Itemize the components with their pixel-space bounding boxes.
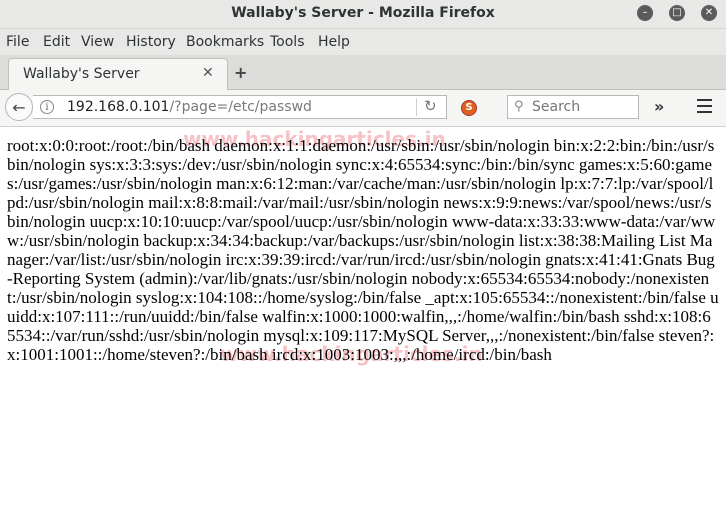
reload-icon[interactable]: ↻ xyxy=(424,97,437,115)
tab-close-icon[interactable]: ✕ xyxy=(202,65,214,81)
menu-file[interactable]: File xyxy=(6,34,29,50)
minimize-button[interactable]: – xyxy=(637,5,653,21)
menu-tools[interactable]: Tools xyxy=(270,34,305,50)
maximize-button[interactable]: □ xyxy=(669,5,685,21)
menu-bookmarks[interactable]: Bookmarks xyxy=(186,34,264,50)
url-text[interactable]: 192.168.0.101/?page=/etc/passwd xyxy=(67,99,312,115)
tab-strip: Wallaby's Server ✕ + xyxy=(0,55,726,90)
url-path: /?page=/etc/passwd xyxy=(169,99,312,115)
menu-help[interactable]: Help xyxy=(318,34,350,50)
search-input[interactable] xyxy=(532,98,632,116)
url-host: 192.168.0.101 xyxy=(67,99,170,115)
hamburger-menu-icon[interactable] xyxy=(697,99,712,113)
back-arrow-icon[interactable]: ← xyxy=(5,93,33,121)
menu-view[interactable]: View xyxy=(81,34,114,50)
menu-edit[interactable]: Edit xyxy=(43,34,70,50)
url-separator xyxy=(416,98,417,116)
search-box[interactable]: ⚲ xyxy=(507,95,639,119)
close-window-button[interactable]: ✕ xyxy=(701,5,717,21)
info-icon[interactable]: i xyxy=(40,100,54,114)
menu-bar: File Edit View History Bookmarks Tools H… xyxy=(0,29,726,55)
navigation-toolbar: ← i 192.168.0.101/?page=/etc/passwd ↻ S … xyxy=(0,90,726,127)
tab-wallabys-server[interactable]: Wallaby's Server ✕ xyxy=(8,58,228,90)
search-icon: ⚲ xyxy=(514,99,524,114)
tab-title: Wallaby's Server xyxy=(23,66,140,82)
page-content: www.hackingarticles.in www.hackingarticl… xyxy=(0,127,726,511)
window-title: Wallaby's Server - Mozilla Firefox xyxy=(231,5,495,21)
menu-history[interactable]: History xyxy=(126,34,176,50)
new-tab-icon[interactable]: + xyxy=(234,63,247,82)
noscript-icon[interactable]: S xyxy=(461,100,477,116)
window-titlebar: Wallaby's Server - Mozilla Firefox – □ ✕ xyxy=(0,0,726,29)
url-bar[interactable]: i 192.168.0.101/?page=/etc/passwd ↻ xyxy=(33,95,447,119)
toolbar-overflow-icon[interactable]: » xyxy=(654,97,664,116)
passwd-file-text: root:x:0:0:root:/root:/bin/bash daemon:x… xyxy=(7,136,719,364)
